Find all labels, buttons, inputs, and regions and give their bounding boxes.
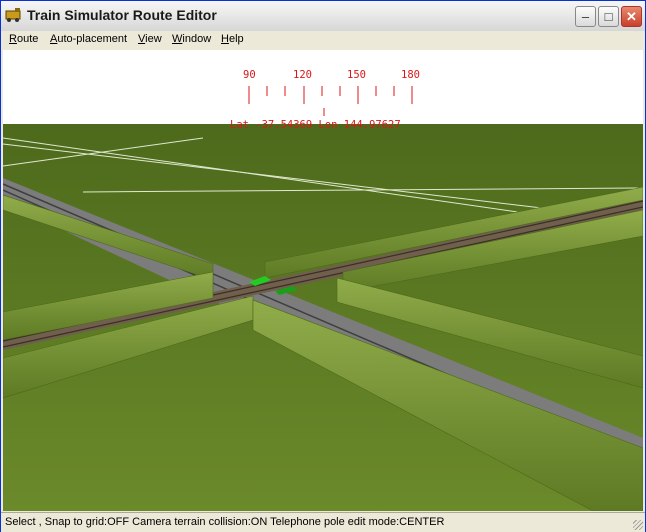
menu-view-label: iew [145,33,162,45]
menu-window-label: indow [182,33,212,45]
menu-help[interactable]: Help [221,33,244,45]
scene-canvas: 90 120 150 180 Lat -37.54369 Lon 144.976… [3,50,643,511]
menu-auto-placement-label: uto-placement [57,33,128,45]
status-text: Select , Snap to grid:OFF Camera terrain… [5,516,445,528]
menu-route[interactable]: Route [9,33,38,45]
menu-bar: Route Auto-placement View Window Help [1,31,645,49]
resize-grip-icon[interactable] [633,520,643,530]
title-bar[interactable]: Train Simulator Route Editor – □ ✕ [1,1,645,32]
maximize-icon: □ [604,9,613,24]
close-button[interactable]: ✕ [621,6,642,27]
compass-tick-150: 150 [347,69,366,81]
menu-view[interactable]: View [138,33,162,45]
minimize-button[interactable]: – [575,6,596,27]
menu-window-accel: W [172,33,183,45]
train-icon [5,8,21,22]
close-icon: ✕ [626,9,637,24]
status-bar: Select , Snap to grid:OFF Camera terrain… [1,512,645,532]
compass-tick-90: 90 [243,69,256,81]
compass-tick-120: 120 [293,69,312,81]
maximize-button[interactable]: □ [598,6,619,27]
app-window: Train Simulator Route Editor – □ ✕ Route… [0,0,646,532]
3d-viewport[interactable]: 90 120 150 180 Lat -37.54369 Lon 144.976… [3,50,643,511]
minimize-icon: – [581,9,590,24]
menu-window[interactable]: Window [172,33,211,45]
compass-tick-180: 180 [401,69,420,81]
window-title: Train Simulator Route Editor [27,7,217,23]
sky [3,50,643,124]
menu-help-label: elp [228,33,244,45]
menu-auto-placement[interactable]: Auto-placement [50,33,127,45]
menu-route-label: oute [16,33,39,45]
menu-help-accel: H [221,33,229,45]
lat-lon-readout: Lat -37.54369 Lon 144.97627 [230,119,401,131]
menu-route-accel: R [9,33,17,45]
